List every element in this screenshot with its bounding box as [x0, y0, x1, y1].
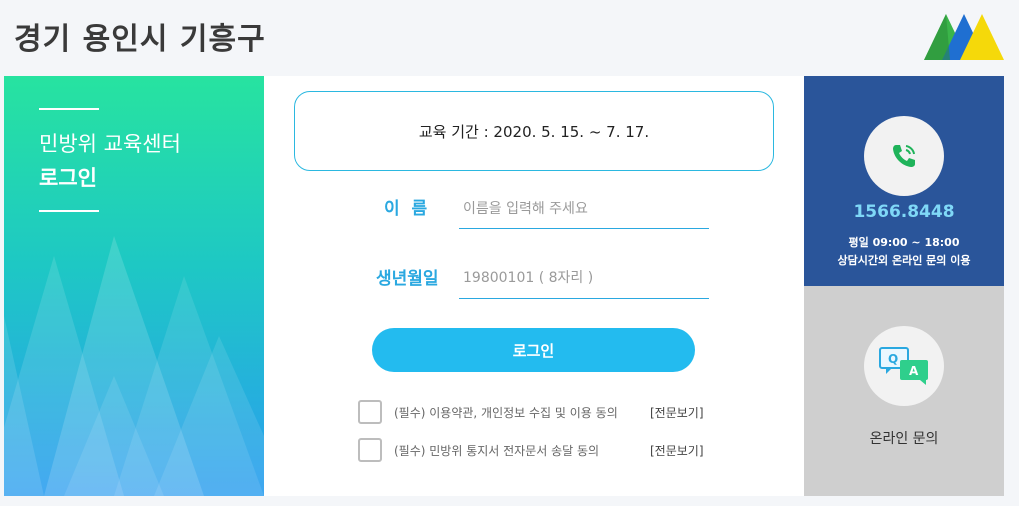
- header: 경기 용인시 기흥구: [0, 0, 1019, 76]
- agreement-row-esign: (필수) 민방위 통지서 전자문서 송달 동의 [전문보기]: [358, 438, 718, 462]
- center-title: 민방위 교육센터: [39, 132, 181, 156]
- terms-agreement-text: (필수) 이용약관, 개인정보 수집 및 이용 동의: [394, 406, 618, 420]
- name-input[interactable]: [459, 189, 709, 229]
- business-hours: 평일 09:00 ~ 18:00: [848, 236, 960, 249]
- period-box: 교육 기간 : 2020. 5. 15. ~ 7. 17.: [294, 91, 774, 171]
- logo-icon: [924, 14, 1004, 60]
- online-inquiry-panel[interactable]: Q A 온라인 문의: [804, 286, 1004, 496]
- left-banner: 민방위 교육센터 로그인: [4, 76, 264, 496]
- login-button[interactable]: 로그인: [372, 328, 695, 372]
- region-title: 경기 용인시 기흥구: [14, 22, 266, 57]
- esign-agreement-text: (필수) 민방위 통지서 전자문서 송달 동의: [394, 444, 600, 458]
- svg-text:A: A: [909, 364, 919, 378]
- phone-icon: [864, 116, 944, 196]
- svg-text:Q: Q: [888, 352, 898, 366]
- name-label: 이 름: [384, 199, 428, 219]
- birthdate-input[interactable]: [459, 258, 709, 299]
- birth-label: 생년월일: [376, 269, 439, 289]
- online-inquiry-label: 온라인 문의: [869, 431, 939, 447]
- login-title: 로그인: [39, 166, 97, 190]
- top-divider: [39, 108, 99, 110]
- contact-panel: 1566.8448 평일 09:00 ~ 18:00 상담시간외 온라인 문의 …: [804, 76, 1004, 286]
- terms-checkbox[interactable]: [358, 400, 382, 424]
- bottom-divider: [39, 210, 99, 212]
- terms-view-link[interactable]: [전문보기]: [650, 404, 704, 421]
- agreement-row-terms: (필수) 이용약관, 개인정보 수집 및 이용 동의 [전문보기]: [358, 400, 718, 424]
- login-form: 교육 기간 : 2020. 5. 15. ~ 7. 17. 이 름 생년월일 로…: [264, 76, 804, 496]
- phone-number: 1566.8448: [853, 202, 955, 222]
- esign-checkbox[interactable]: [358, 438, 382, 462]
- hours-note: 상담시간외 온라인 문의 이용: [837, 254, 971, 267]
- period-text: 교육 기간 : 2020. 5. 15. ~ 7. 17.: [418, 122, 650, 141]
- esign-view-link[interactable]: [전문보기]: [650, 442, 704, 459]
- qa-chat-icon: Q A: [864, 326, 944, 406]
